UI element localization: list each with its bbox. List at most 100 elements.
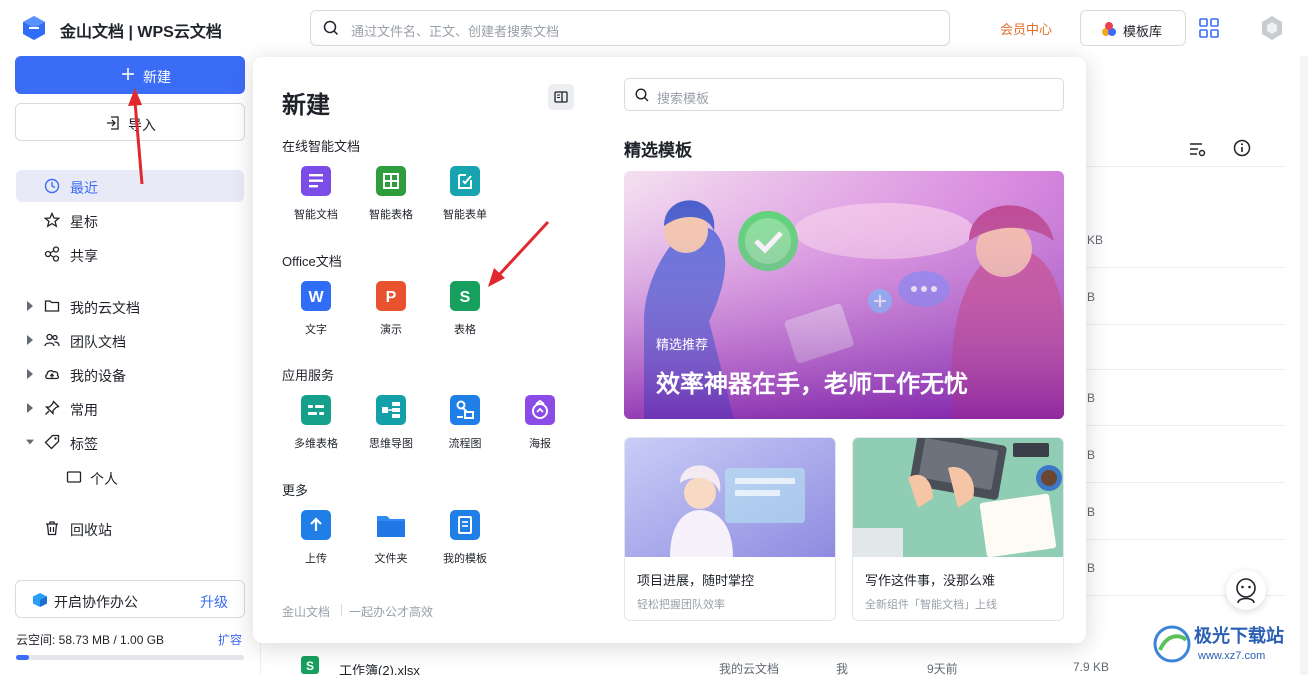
help-assistant-button[interactable] xyxy=(1226,570,1266,610)
new-flowchart[interactable]: 流程图 xyxy=(430,395,500,455)
sidebar: 新建 导入 最近 星标 共享 我的云文档 团队文档 我的设备 常用 标签 个人 … xyxy=(0,56,260,675)
sidebar-item-my-cloud[interactable]: 我的云文档 xyxy=(16,290,244,322)
cloud-device-icon xyxy=(45,370,60,380)
footer-slogan: 一起办公才高效 xyxy=(349,605,434,619)
file-owner: 我 xyxy=(836,662,849,675)
new-smart-sheet[interactable]: 智能表格 xyxy=(356,166,426,226)
star-icon xyxy=(44,212,60,228)
new-button-label: 新建 xyxy=(143,69,171,85)
new-mind-map[interactable]: 思维导图 xyxy=(356,395,426,455)
top-bar: 金山文档 | WPS云文档 通过文件名、正文、创建者搜索文档 会员中心 模板库 xyxy=(0,0,1308,56)
new-word-doc[interactable]: W 文字 xyxy=(281,281,351,341)
writing-card-illustration xyxy=(853,438,1063,557)
watermark-url: www.xz7.com xyxy=(1198,650,1266,662)
template-card-project[interactable]: 项目进展，随时掌控 轻松把握团队效率 xyxy=(624,437,836,621)
assistant-icon xyxy=(1236,578,1256,604)
sort-settings-icon[interactable] xyxy=(1188,140,1206,158)
featured-template-banner[interactable]: 精选推荐 效率神器在手，老师工作无忧 xyxy=(624,171,1064,419)
sidebar-item-trash[interactable]: 回收站 xyxy=(16,512,244,544)
import-button[interactable]: 导入 xyxy=(15,103,245,141)
template-library-button[interactable]: 模板库 xyxy=(1080,10,1186,46)
my-templates[interactable]: 我的模板 xyxy=(430,510,500,570)
new-button[interactable]: 新建 xyxy=(15,56,245,94)
tile-label: 文字 xyxy=(305,324,327,336)
app-logo-icon[interactable] xyxy=(20,14,48,42)
pin-icon xyxy=(44,400,60,416)
sidebar-item-starred[interactable]: 星标 xyxy=(16,204,244,236)
tile-label: 多维表格 xyxy=(294,438,338,450)
new-smart-doc[interactable]: 智能文档 xyxy=(281,166,351,226)
info-icon[interactable] xyxy=(1233,139,1251,157)
row-divider xyxy=(1085,324,1285,325)
sidebar-item-label: 共享 xyxy=(70,248,98,264)
section-title-online: 在线智能文档 xyxy=(282,139,361,154)
plus-icon xyxy=(122,68,134,80)
template-library-label: 模板库 xyxy=(1123,24,1163,39)
spreadsheet-file-icon: S xyxy=(301,656,319,674)
new-spreadsheet[interactable]: S 表格 xyxy=(430,281,500,341)
apps-grid-icon[interactable] xyxy=(1199,18,1219,38)
poster-icon xyxy=(525,395,555,425)
file-size-partial: B xyxy=(1087,448,1096,462)
search-placeholder: 通过文件名、正文、创建者搜索文档 xyxy=(351,24,560,39)
panel-toggle-icon xyxy=(554,91,568,103)
multidim-table-icon xyxy=(301,395,331,425)
chevron-right-icon[interactable] xyxy=(26,369,34,379)
banner-headline: 效率神器在手，老师工作无忧 xyxy=(656,371,968,398)
sidebar-item-personal-tag[interactable]: 个人 xyxy=(16,461,244,493)
sidebar-item-label: 我的云文档 xyxy=(70,300,140,316)
collab-office-button[interactable]: 开启协作办公 升级 xyxy=(15,580,245,618)
template-search-input[interactable]: 搜索模板 xyxy=(624,78,1064,111)
chevron-right-icon[interactable] xyxy=(26,301,34,311)
upload-button[interactable]: 上传 xyxy=(281,510,351,570)
spreadsheet-icon: S xyxy=(450,281,480,311)
tile-label: 我的模板 xyxy=(443,553,487,565)
trash-icon xyxy=(46,521,58,536)
new-smart-form[interactable]: 智能表单 xyxy=(430,166,500,226)
card-title: 写作这件事，没那么难 xyxy=(865,573,996,588)
storage-usage-text: 云空间: 58.73 MB / 1.00 GB xyxy=(16,633,165,647)
chevron-down-icon[interactable] xyxy=(26,437,34,447)
sidebar-item-tags[interactable]: 标签 xyxy=(16,426,244,458)
sidebar-item-devices[interactable]: 我的设备 xyxy=(16,358,244,390)
project-card-illustration xyxy=(625,438,835,557)
card-subtitle: 全新组件「智能文档」上线 xyxy=(865,599,997,611)
tile-label: 海报 xyxy=(529,438,551,450)
upgrade-link[interactable]: 升级 xyxy=(200,592,228,612)
row-divider xyxy=(1085,482,1285,483)
tag-icon xyxy=(44,434,60,450)
file-name: 工作簿(2).xlsx xyxy=(339,663,420,675)
new-presentation[interactable]: P 演示 xyxy=(356,281,426,341)
storage-progress-bar xyxy=(16,655,244,660)
tile-label: 智能表单 xyxy=(443,209,487,221)
search-icon xyxy=(323,20,339,36)
new-poster[interactable]: 海报 xyxy=(505,395,575,455)
sidebar-item-label: 回收站 xyxy=(70,522,112,538)
expand-storage-link[interactable]: 扩容 xyxy=(218,631,242,648)
chevron-right-icon[interactable] xyxy=(26,335,34,345)
row-divider xyxy=(1085,267,1285,268)
template-card-writing[interactable]: 写作这件事，没那么难 全新组件「智能文档」上线 xyxy=(852,437,1064,621)
search-input[interactable]: 通过文件名、正文、创建者搜索文档 xyxy=(310,10,950,46)
sidebar-item-recent[interactable]: 最近 xyxy=(16,170,244,202)
new-folder[interactable]: 文件夹 xyxy=(356,510,426,570)
member-center-link[interactable]: 会员中心 xyxy=(1000,19,1052,38)
footer-brand: 金山文档 xyxy=(282,605,331,619)
folder-icon xyxy=(44,300,60,312)
file-size-partial: B xyxy=(1087,505,1096,519)
mind-map-icon xyxy=(376,395,406,425)
table-row[interactable]: S 工作簿(2).xlsx 我的云文档 我 9天前 7.9 KB xyxy=(261,656,1301,675)
tile-label: 思维导图 xyxy=(369,438,413,450)
file-size-partial: B xyxy=(1087,561,1096,575)
watermark-logo-icon xyxy=(1153,625,1191,663)
new-multidim-table[interactable]: 多维表格 xyxy=(281,395,351,455)
row-divider xyxy=(1085,369,1285,370)
sidebar-item-team[interactable]: 团队文档 xyxy=(16,324,244,356)
sidebar-item-frequent[interactable]: 常用 xyxy=(16,392,244,424)
sidebar-item-shared[interactable]: 共享 xyxy=(16,238,244,270)
chevron-right-icon[interactable] xyxy=(26,403,34,413)
tile-label: 上传 xyxy=(305,553,327,565)
user-avatar-icon[interactable] xyxy=(1258,14,1286,42)
sidebar-item-label: 常用 xyxy=(70,402,98,418)
toggle-panel-button[interactable] xyxy=(548,84,574,110)
